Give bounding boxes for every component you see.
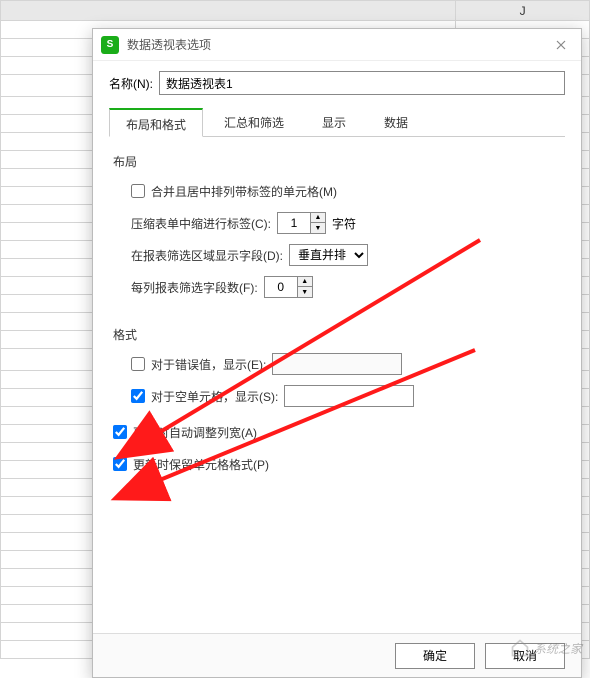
merge-cells-label: 合并且居中排列带标签的单元格(M) [151,183,337,200]
tab-totals-filters[interactable]: 汇总和筛选 [207,107,301,136]
fields-per-col-input[interactable] [265,277,297,297]
name-input[interactable] [159,71,565,95]
name-label: 名称(N): [109,75,153,92]
fields-per-col-spinner[interactable]: ▲▼ [264,276,313,298]
spin-down-icon[interactable]: ▼ [311,223,325,233]
empty-show-input[interactable] [284,385,414,407]
empty-show-label: 对于空单元格，显示(S): [151,388,278,405]
preserve-format-label: 更新时保留单元格格式(P) [133,456,269,473]
pivot-options-dialog: S 数据透视表选项 名称(N): 布局和格式 汇总和筛选 显示 数据 布局 合并… [92,28,582,678]
spin-up-icon[interactable]: ▲ [298,277,312,287]
dialog-footer: 确定 取消 [93,633,581,677]
titlebar: S 数据透视表选项 [93,29,581,61]
layout-fieldset: 布局 合并且居中排列带标签的单元格(M) 压缩表单中缩进行标签(C): ▲▼ 字… [113,153,561,308]
preserve-format-checkbox[interactable] [113,457,127,471]
spin-down-icon[interactable]: ▼ [298,287,312,297]
row-header [1,1,456,21]
error-show-checkbox[interactable] [131,357,145,371]
house-icon [510,638,530,658]
empty-show-checkbox[interactable] [131,389,145,403]
error-show-input[interactable] [272,353,402,375]
error-show-label: 对于错误值，显示(E): [151,356,266,373]
auto-width-checkbox[interactable] [113,425,127,439]
tab-display[interactable]: 显示 [305,107,363,136]
tab-layout-format[interactable]: 布局和格式 [109,108,203,137]
compact-indent-label: 压缩表单中缩进行标签(C): [131,215,271,232]
format-fieldset: 格式 对于错误值，显示(E): 对于空单元格，显示(S): 更新 [113,326,561,485]
fields-per-col-label: 每列报表筛选字段数(F): [131,279,258,296]
format-legend: 格式 [113,326,137,343]
close-button[interactable] [549,33,573,57]
ok-button[interactable]: 确定 [395,643,475,669]
layout-legend: 布局 [113,153,137,170]
compact-indent-unit: 字符 [332,215,356,232]
col-header: J [456,1,590,21]
app-icon: S [101,36,119,54]
close-icon [556,40,566,50]
filter-area-label: 在报表筛选区域显示字段(D): [131,247,283,264]
dialog-title: 数据透视表选项 [127,36,549,53]
tab-data[interactable]: 数据 [367,107,425,136]
auto-width-label: 更新时自动调整列宽(A) [133,424,257,441]
filter-area-select[interactable]: 垂直并排 [289,244,368,266]
compact-indent-spinner[interactable]: ▲▼ [277,212,326,234]
watermark: 系统之家 [510,638,582,658]
tab-bar: 布局和格式 汇总和筛选 显示 数据 [109,107,565,137]
compact-indent-input[interactable] [278,213,310,233]
spin-up-icon[interactable]: ▲ [311,213,325,223]
merge-cells-checkbox[interactable] [131,184,145,198]
